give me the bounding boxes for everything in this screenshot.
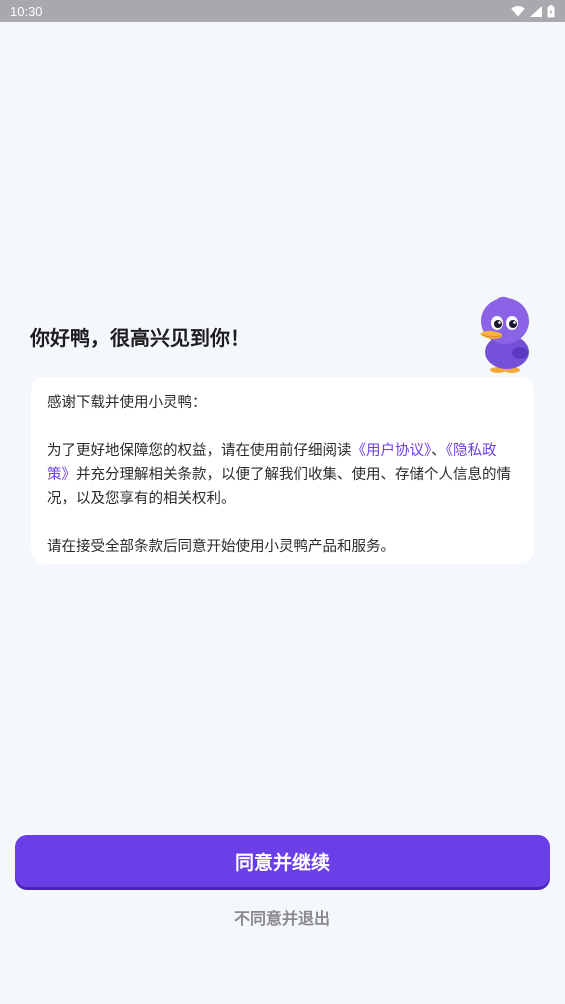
status-time: 10:30: [10, 3, 43, 19]
disagree-exit-button[interactable]: 不同意并退出: [182, 902, 382, 932]
terms-paragraph-2: 请在接受全部条款后同意开始使用小灵鸭产品和服务。: [47, 539, 395, 555]
duck-mascot-icon: [480, 296, 529, 373]
terms-separator: 、: [431, 443, 446, 459]
terms-text-after: 并充分理解相关条款，以便了解我们收集、使用、存储个人信息的情况，以及您享有的相关…: [47, 467, 511, 507]
status-bar: 10:30: [0, 0, 565, 22]
battery-icon: [547, 4, 555, 17]
status-icons: [511, 4, 555, 18]
greeting-title: 你好鸭，很高兴见到你！: [30, 326, 250, 350]
wifi-icon: [511, 5, 525, 16]
user-agreement-link[interactable]: 《用户协议》: [352, 443, 432, 459]
signal-icon: [530, 5, 542, 17]
terms-card: 感谢下载并使用小灵鸭： 为了更好地保障您的权益，请在使用前仔细阅读《用户协议》、…: [31, 377, 534, 564]
agree-continue-button[interactable]: 同意并继续: [15, 835, 550, 887]
terms-text-before: 为了更好地保障您的权益，请在使用前仔细阅读: [47, 443, 352, 459]
terms-intro: 感谢下载并使用小灵鸭：: [47, 395, 207, 411]
terms-paragraph-1: 为了更好地保障您的权益，请在使用前仔细阅读《用户协议》、《隐私政策》并充分理解相…: [47, 439, 518, 511]
